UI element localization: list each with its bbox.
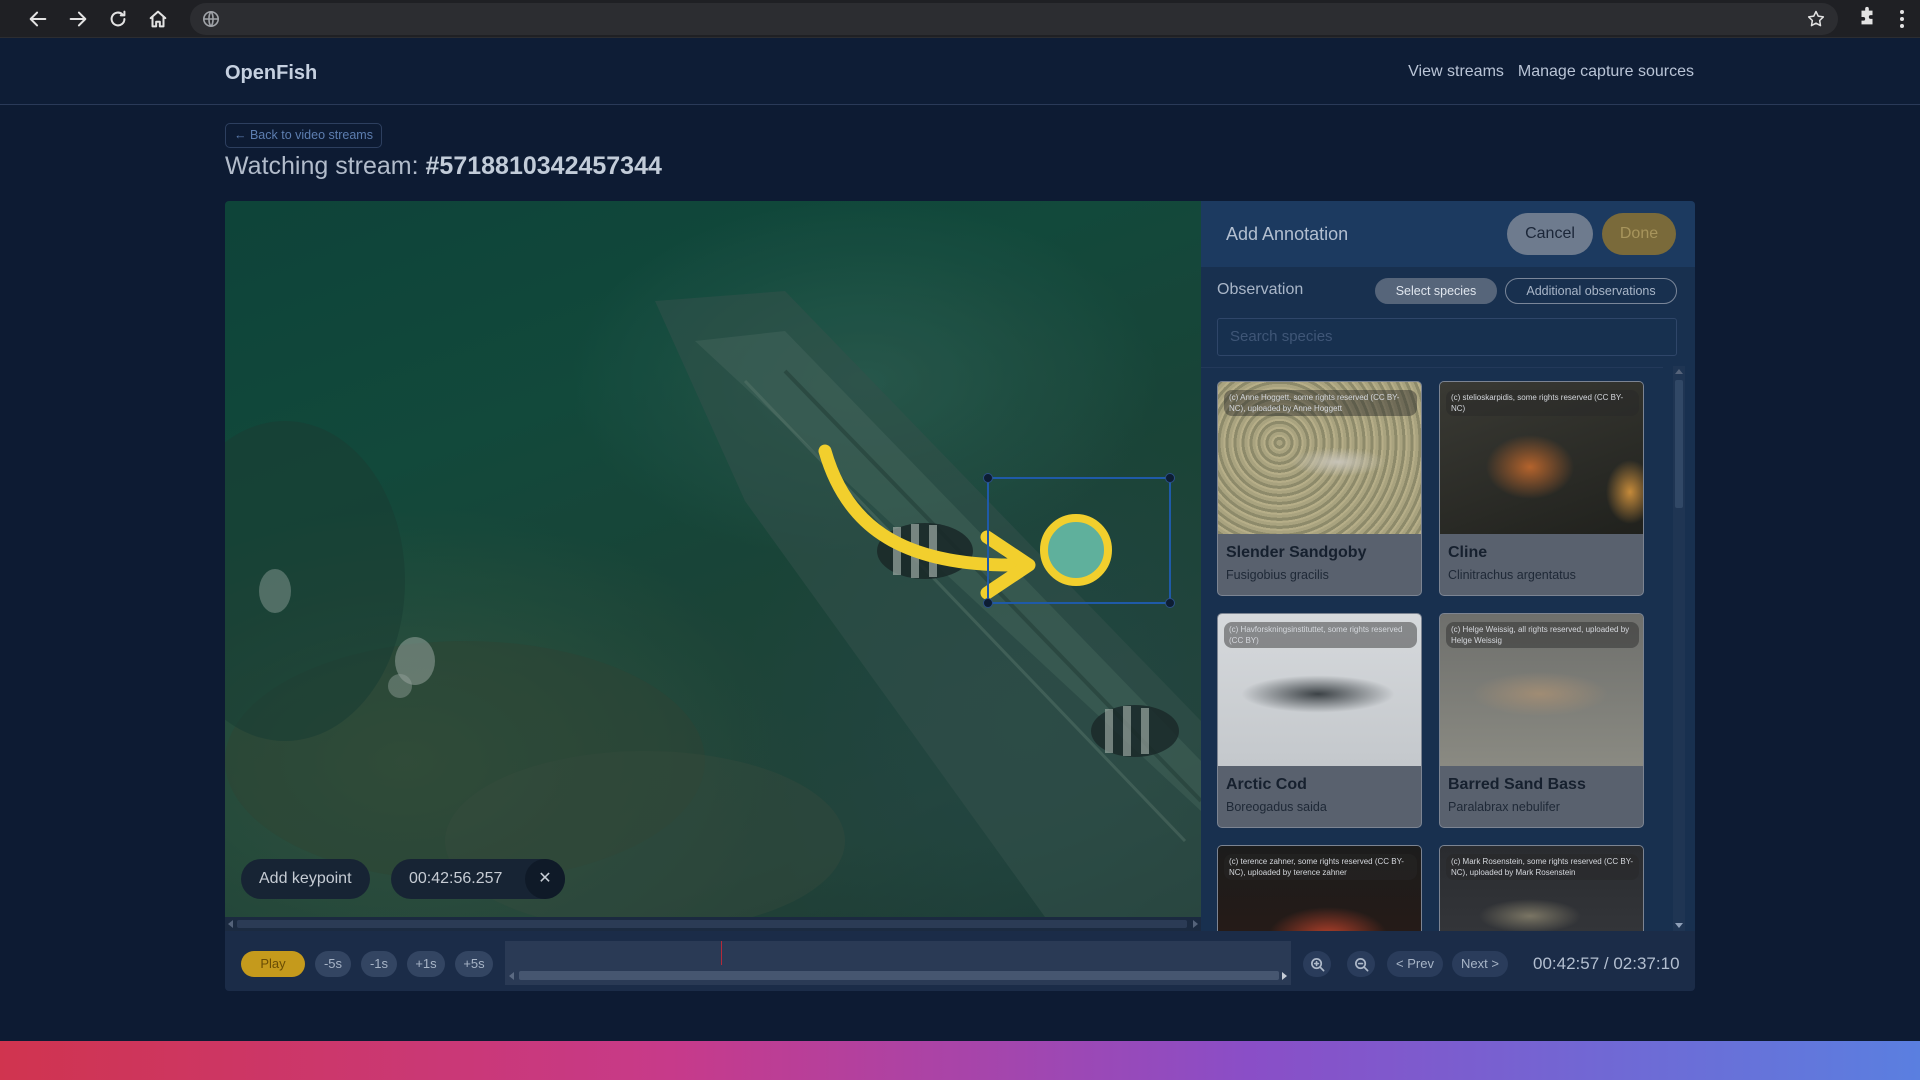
reload-icon[interactable] [103, 4, 133, 34]
tab-additional-observations[interactable]: Additional observations [1505, 278, 1677, 304]
species-list-scrollbar[interactable] [1663, 366, 1695, 931]
skip-forward-5s-button[interactable]: +5s [455, 951, 493, 977]
photo-credit: (c) stelioskarpidis, some rights reserve… [1446, 390, 1639, 416]
species-common-name: Arctic Cod [1226, 776, 1307, 793]
scroll-left-icon[interactable] [228, 920, 233, 928]
back-to-streams-button[interactable]: ← Back to video streams [225, 123, 382, 148]
scroll-up-icon[interactable] [1675, 369, 1683, 374]
species-card-6[interactable]: (c) Mark Rosenstein, some rights reserve… [1439, 845, 1644, 931]
photo-credit: (c) terence zahner, some rights reserved… [1224, 854, 1417, 880]
done-button[interactable]: Done [1602, 213, 1676, 255]
timeline-scrollbar[interactable] [519, 971, 1279, 980]
bbox-handle-top-right[interactable] [1165, 473, 1175, 483]
skip-forward-1s-button[interactable]: +1s [407, 951, 445, 977]
scroll-down-icon[interactable] [1675, 923, 1683, 928]
address-bar[interactable] [190, 3, 1838, 35]
species-grid: (c) Anne Hoggett, some rights reserved (… [1217, 381, 1657, 931]
timeline[interactable] [505, 941, 1291, 985]
video-player: Add keypoint 00:42:56.257 ✕ Add Annotati… [225, 201, 1695, 991]
annotation-panel-header: Add Annotation Cancel Done [1201, 201, 1695, 267]
skip-back-5s-button[interactable]: -5s [315, 951, 351, 977]
playback-time: 00:42:57 / 02:37:10 [1533, 954, 1680, 973]
search-species-input[interactable]: Search species [1217, 318, 1677, 356]
close-icon[interactable]: ✕ [525, 859, 565, 899]
bbox-handle-bottom-left[interactable] [983, 598, 993, 608]
forward-arrow-icon[interactable] [63, 4, 93, 34]
annotation-panel: Add Annotation Cancel Done Observation S… [1201, 201, 1695, 931]
species-photo: (c) Helge Weissig, all rights reserved, … [1440, 614, 1643, 766]
app-header: OpenFish View streams Manage capture sou… [0, 38, 1920, 105]
species-scientific-name: Clinitrachus argentatus [1448, 568, 1576, 582]
observation-label: Observation [1217, 281, 1304, 298]
bbox-handle-top-left[interactable] [983, 473, 993, 483]
divider [1201, 367, 1695, 368]
species-common-name: Barred Sand Bass [1448, 776, 1586, 793]
species-card-barred-sand-bass[interactable]: (c) Helge Weissig, all rights reserved, … [1439, 613, 1644, 828]
nav-manage-capture-sources[interactable]: Manage capture sources [1518, 63, 1694, 81]
photo-credit: (c) Havforskningsinstituttet, some right… [1224, 622, 1417, 648]
species-scientific-name: Boreogadus saida [1226, 800, 1327, 814]
playback-controls: Play -5s -1s +1s +5s < Prev Next > 00:42… [225, 931, 1695, 991]
species-common-name: Slender Sandgoby [1226, 544, 1367, 561]
species-card-5[interactable]: (c) terence zahner, some rights reserved… [1217, 845, 1422, 931]
prev-button[interactable]: < Prev [1387, 951, 1443, 977]
scroll-right-icon[interactable] [1193, 920, 1198, 928]
video-horizontal-scrollbar[interactable] [225, 917, 1201, 931]
species-photo: (c) terence zahner, some rights reserved… [1218, 846, 1421, 931]
home-icon[interactable] [143, 4, 173, 34]
species-card-arctic-cod[interactable]: (c) Havforskningsinstituttet, some right… [1217, 613, 1422, 828]
page-title-prefix: Watching stream: [225, 152, 426, 180]
photo-credit: (c) Anne Hoggett, some rights reserved (… [1224, 390, 1417, 416]
species-scientific-name: Paralabrax nebulifer [1448, 800, 1560, 814]
keypoint-marker[interactable] [1040, 514, 1112, 586]
add-keypoint-button[interactable]: Add keypoint [241, 859, 370, 899]
timeline-scroll-left-icon[interactable] [509, 972, 514, 980]
scrollbar-thumb[interactable] [1675, 380, 1683, 508]
species-photo: (c) stelioskarpidis, some rights reserve… [1440, 382, 1643, 534]
play-button[interactable]: Play [241, 951, 305, 977]
browser-toolbar [0, 0, 1920, 38]
species-photo: (c) Havforskningsinstituttet, some right… [1218, 614, 1421, 766]
bbox-handle-bottom-right[interactable] [1165, 598, 1175, 608]
tab-select-species[interactable]: Select species [1375, 278, 1497, 304]
species-card-cline[interactable]: (c) stelioskarpidis, some rights reserve… [1439, 381, 1644, 596]
bookmark-star-icon[interactable] [1806, 9, 1826, 34]
species-card-slender-sandgoby[interactable]: (c) Anne Hoggett, some rights reserved (… [1217, 381, 1422, 596]
cancel-button[interactable]: Cancel [1507, 213, 1593, 255]
stream-id: #5718810342457344 [425, 152, 662, 180]
keypoint-time-chip: 00:42:56.257 ✕ [391, 859, 565, 899]
keypoint-time: 00:42:56.257 [409, 870, 503, 887]
zoom-out-icon[interactable] [1347, 951, 1375, 977]
globe-icon [202, 10, 220, 28]
timeline-scroll-right-icon[interactable] [1282, 972, 1287, 980]
next-button[interactable]: Next > [1452, 951, 1508, 977]
playhead-marker[interactable] [721, 941, 722, 965]
browser-menu-icon[interactable] [1892, 6, 1912, 32]
species-photo: (c) Mark Rosenstein, some rights reserve… [1440, 846, 1643, 931]
zoom-in-icon[interactable] [1303, 951, 1331, 977]
video-frame[interactable]: Add keypoint 00:42:56.257 ✕ [225, 201, 1201, 917]
photo-credit: (c) Helge Weissig, all rights reserved, … [1446, 622, 1639, 648]
bottom-gradient-bar [0, 1041, 1920, 1080]
species-photo: (c) Anne Hoggett, some rights reserved (… [1218, 382, 1421, 534]
top-nav: View streams Manage capture sources [1408, 63, 1694, 81]
brand-logo-text[interactable]: OpenFish [225, 62, 317, 85]
annotation-title: Add Annotation [1226, 224, 1349, 244]
photo-credit: (c) Mark Rosenstein, some rights reserve… [1446, 854, 1639, 880]
page-title: Watching stream: #5718810342457344 [225, 152, 662, 181]
extensions-puzzle-icon[interactable] [1856, 6, 1878, 33]
species-scientific-name: Fusigobius gracilis [1226, 568, 1329, 582]
back-arrow-icon[interactable] [23, 4, 53, 34]
species-common-name: Cline [1448, 544, 1488, 561]
scrollbar-thumb[interactable] [237, 920, 1187, 928]
nav-view-streams[interactable]: View streams [1408, 63, 1504, 81]
skip-back-1s-button[interactable]: -1s [361, 951, 397, 977]
